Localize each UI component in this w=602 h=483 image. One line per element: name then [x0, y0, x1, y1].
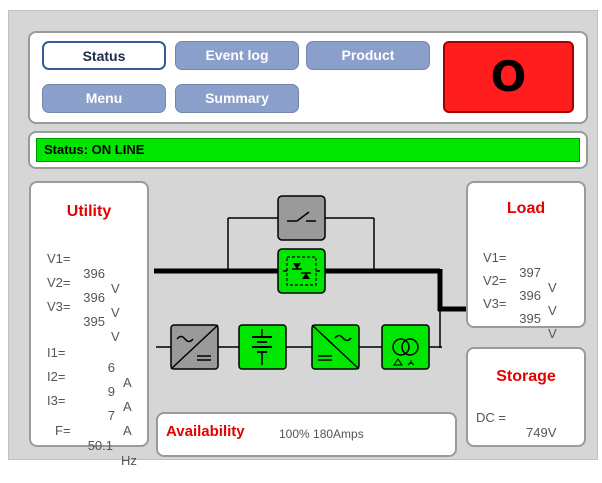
utility-frequency-unit: Hz — [121, 453, 137, 468]
utility-v1-value: 396 — [83, 266, 105, 281]
status-bar: Status: ON LINE — [36, 138, 580, 162]
storage-title: Storage — [496, 368, 556, 385]
availability-value: 100% 180Amps — [279, 427, 364, 441]
load-v2-value: 396 — [519, 288, 541, 303]
transformer-icon[interactable] — [381, 324, 430, 370]
utility-title: Utility — [66, 203, 112, 220]
inverter-icon[interactable] — [311, 324, 360, 370]
utility-frequency-value: 50.1 — [87, 438, 113, 453]
load-v1-value: 397 — [519, 265, 541, 280]
rectifier-icon[interactable] — [170, 324, 219, 370]
utility-frequency-label: F= — [55, 423, 71, 438]
utility-i3-value: 7 — [107, 408, 115, 423]
utility-i1-unit: A — [123, 375, 132, 390]
storage-dc-reading: DC = 749V — [476, 395, 556, 455]
menu-tab-button[interactable]: Menu — [42, 84, 166, 113]
load-v3-unit: V — [548, 326, 557, 341]
availability-title: Availability — [166, 423, 245, 440]
event-log-tab-button[interactable]: Event log — [175, 41, 299, 70]
utility-i2-unit: A — [123, 399, 132, 414]
utility-panel: Utility V1= 396 V V2= 396 V V3= 395 V I1… — [29, 181, 149, 468]
availability-panel: Availability 100% 180Amps — [156, 412, 457, 457]
utility-v1-unit: V — [111, 281, 120, 296]
utility-v3-unit: V — [111, 329, 120, 344]
storage-dc-label: DC = — [476, 410, 506, 425]
load-panel: Load V1= 397 V V2= 396 V V3= 395 V — [466, 181, 586, 341]
utility-i1-value: 6 — [107, 360, 115, 375]
load-v2-unit: V — [548, 303, 557, 318]
power-off-button[interactable]: O — [443, 41, 574, 113]
product-tab-button[interactable]: Product — [306, 41, 430, 70]
maintenance-bypass-switch-icon[interactable] — [277, 195, 326, 241]
status-tab-button[interactable]: Status — [42, 41, 166, 70]
storage-panel: Storage DC = 749V — [466, 347, 586, 447]
summary-tab-button[interactable]: Summary — [175, 84, 299, 113]
utility-i3-label: I3= — [47, 393, 66, 408]
utility-i2-value: 9 — [107, 384, 115, 399]
load-v3-reading: V3= 395 V — [483, 281, 557, 356]
navigation-panel: Status Event log Product Menu Summary O — [28, 31, 588, 124]
utility-i3-unit: A — [123, 423, 132, 438]
static-switch-icon[interactable] — [277, 248, 326, 294]
utility-frequency-reading: F= 50.1 Hz — [55, 408, 137, 483]
utility-v2-unit: V — [111, 305, 120, 320]
utility-v3-value: 395 — [83, 314, 105, 329]
battery-icon[interactable] — [238, 324, 287, 370]
storage-dc-value: 749V — [526, 425, 557, 440]
load-v3-label: V3= — [483, 296, 507, 311]
load-v3-value: 395 — [519, 311, 541, 326]
load-v1-unit: V — [548, 280, 557, 295]
ups-flow-diagram — [154, 195, 466, 370]
status-panel: Status: ON LINE — [28, 131, 588, 169]
utility-v3-label: V3= — [47, 299, 71, 314]
utility-v2-value: 396 — [83, 290, 105, 305]
load-title: Load — [506, 200, 546, 217]
